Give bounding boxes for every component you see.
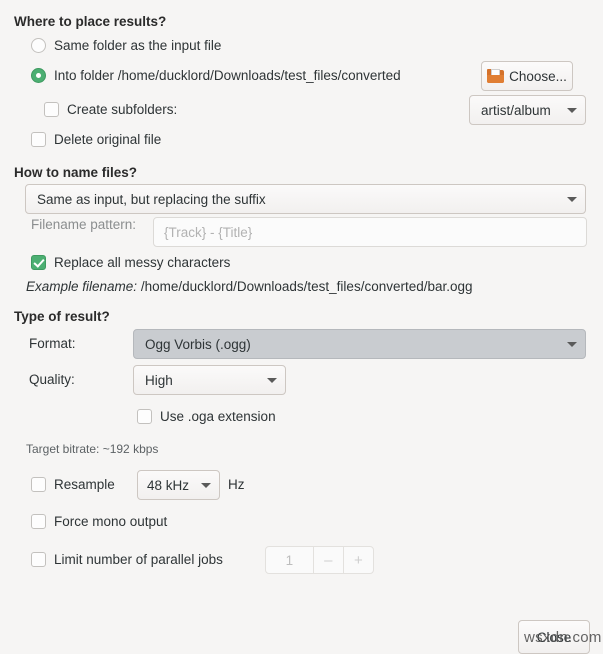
checkbox-delete-original[interactable] <box>31 132 46 147</box>
filename-pattern-label-row: Filename pattern: <box>31 217 136 232</box>
format-value: Ogg Vorbis (.ogg) <box>145 336 251 352</box>
name-scheme-combo[interactable]: Same as input, but replacing the suffix <box>25 184 586 214</box>
preferences-dialog: Where to place results? Same folder as t… <box>0 0 603 654</box>
radio-row-same-folder[interactable]: Same folder as the input file <box>31 38 221 53</box>
quality-label-row: Quality: <box>29 372 75 387</box>
subfolders-pattern-value: artist/album <box>481 102 551 118</box>
quality-value: High <box>145 372 173 388</box>
checkbox-use-oga-extension[interactable] <box>137 409 152 424</box>
checkbox-create-subfolders[interactable] <box>44 102 59 117</box>
folder-open-icon <box>487 69 505 83</box>
chevron-down-icon <box>567 341 577 347</box>
checkbox-row-force-mono[interactable]: Force mono output <box>31 514 167 529</box>
checkbox-row-use-oga[interactable]: Use .oga extension <box>137 409 276 424</box>
filename-pattern-label: Filename pattern: <box>31 217 137 232</box>
radio-into-folder[interactable] <box>31 68 46 83</box>
choose-folder-button-label: Choose... <box>509 68 567 84</box>
checkbox-label-resample: Resample <box>54 477 115 492</box>
checkbox-row-replace-messy[interactable]: Replace all messy characters <box>31 255 230 270</box>
section-header-how-to-name: How to name files? <box>14 165 138 180</box>
format-combo[interactable]: Ogg Vorbis (.ogg) <box>133 329 586 359</box>
subfolders-pattern-combo[interactable]: artist/album <box>469 95 586 125</box>
checkbox-label-force-mono: Force mono output <box>54 514 168 529</box>
resample-rate-value: 48 kHz <box>147 477 190 493</box>
parallel-jobs-decrement-button[interactable]: – <box>312 547 343 573</box>
filename-pattern-placeholder: {Track} - {Title} <box>164 224 253 240</box>
format-label: Format: <box>29 336 76 351</box>
close-button[interactable]: Close <box>518 620 590 654</box>
close-button-label: Close <box>536 629 572 645</box>
radio-row-into-folder[interactable]: Into folder /home/ducklord/Downloads/tes… <box>31 68 401 83</box>
checkbox-limit-parallel-jobs[interactable] <box>31 552 46 567</box>
resample-rate-combo[interactable]: 48 kHz <box>137 470 220 500</box>
target-bitrate-text: Target bitrate: ~192 kbps <box>26 442 159 456</box>
chevron-down-icon <box>567 107 577 113</box>
filename-pattern-input[interactable]: {Track} - {Title} <box>153 217 587 247</box>
checkbox-force-mono[interactable] <box>31 514 46 529</box>
section-header-where-to-place: Where to place results? <box>14 14 167 29</box>
format-label-row: Format: <box>29 336 76 351</box>
resample-unit-row: Hz <box>228 477 245 492</box>
radio-label-same-folder: Same folder as the input file <box>54 38 222 53</box>
checkbox-resample[interactable] <box>31 477 46 492</box>
checkbox-row-create-subfolders[interactable]: Create subfolders: <box>44 102 177 117</box>
chevron-down-icon <box>567 196 577 202</box>
checkbox-label-limit-jobs: Limit number of parallel jobs <box>54 552 223 567</box>
example-filename: Example filename: /home/ducklord/Downloa… <box>26 279 473 294</box>
example-filename-prefix: Example filename: <box>26 279 138 294</box>
chevron-down-icon <box>267 377 277 383</box>
checkbox-row-limit-jobs[interactable]: Limit number of parallel jobs <box>31 552 223 567</box>
choose-folder-button[interactable]: Choose... <box>481 61 573 91</box>
radio-same-folder[interactable] <box>31 38 46 53</box>
quality-combo[interactable]: High <box>133 365 286 395</box>
resample-unit-label: Hz <box>228 477 245 492</box>
parallel-jobs-value[interactable]: 1 <box>266 547 313 573</box>
checkbox-row-delete-original[interactable]: Delete original file <box>31 132 161 147</box>
chevron-down-icon <box>201 482 211 488</box>
checkbox-label-use-oga: Use .oga extension <box>160 409 276 424</box>
radio-label-into-folder: Into folder /home/ducklord/Downloads/tes… <box>54 68 401 83</box>
name-scheme-value: Same as input, but replacing the suffix <box>37 191 266 207</box>
section-header-type-of-result: Type of result? <box>14 309 110 324</box>
checkbox-row-resample[interactable]: Resample <box>31 477 115 492</box>
checkbox-label-replace-messy: Replace all messy characters <box>54 255 231 270</box>
parallel-jobs-increment-button[interactable]: + <box>342 547 373 573</box>
example-filename-path: /home/ducklord/Downloads/test_files/conv… <box>140 279 473 294</box>
checkbox-replace-messy-characters[interactable] <box>31 255 46 270</box>
checkbox-label-delete-original: Delete original file <box>54 132 162 147</box>
quality-label: Quality: <box>29 372 75 387</box>
checkbox-label-create-subfolders: Create subfolders: <box>67 102 178 117</box>
parallel-jobs-stepper[interactable]: 1 – + <box>265 546 374 574</box>
